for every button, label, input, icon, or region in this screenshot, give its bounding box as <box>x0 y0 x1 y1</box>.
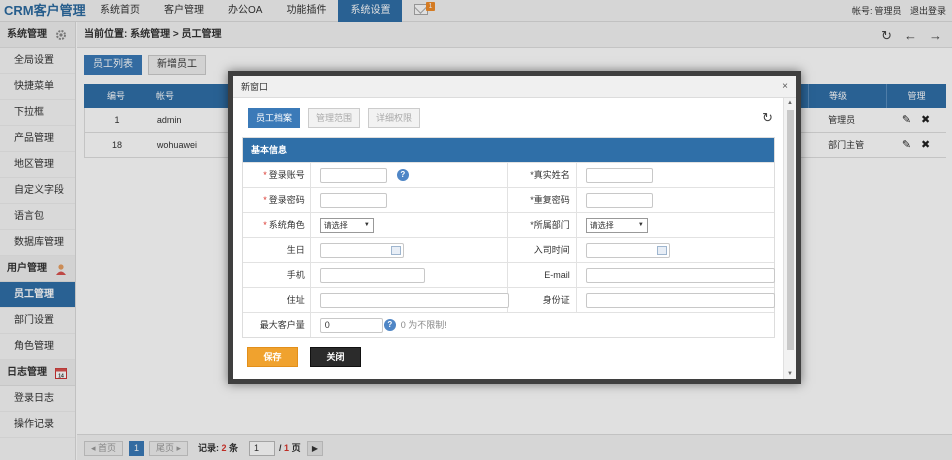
email-input[interactable] <box>585 268 775 283</box>
dialog-title: 新窗口 <box>241 82 269 92</box>
form-row: * 登录账号 ? *真实姓名 <box>243 162 774 187</box>
help-icon[interactable]: ? <box>396 169 409 181</box>
system-role-select[interactable]: 请选择 <box>319 218 374 233</box>
close-button[interactable]: 关闭 <box>310 347 361 367</box>
form-row: *系统角色 请选择 *所属部门 请选择 <box>243 212 774 237</box>
birthday-date-input[interactable] <box>319 243 404 258</box>
mobile-label: 手机 <box>286 270 305 280</box>
real-name-label: *真实姓名 <box>530 170 570 180</box>
login-password-input[interactable] <box>319 193 387 208</box>
login-account-input[interactable] <box>319 168 387 183</box>
form-row: * 登录密码 *重复密码 <box>243 187 774 212</box>
tab-management-scope[interactable]: 管理范围 <box>308 108 361 128</box>
save-button[interactable]: 保存 <box>247 347 298 367</box>
dialog-tabs: 员工档案 管理范围 详细权限 <box>248 108 421 128</box>
form-row: 住址 身份证 <box>243 287 775 312</box>
close-icon[interactable]: × <box>782 76 788 98</box>
new-window-dialog: 新窗口 × 员工档案 管理范围 详细权限 ↻ 基本信息 * 登录账号 ? *真实姓… <box>228 71 801 384</box>
birthday-label: 生日 <box>286 245 305 255</box>
department-label: *所属部门 <box>530 220 570 230</box>
form-row: 生日 入司时间 <box>243 237 774 262</box>
address-label: 住址 <box>286 295 305 305</box>
calendar-icon[interactable] <box>390 246 401 255</box>
scroll-up-icon[interactable]: ▲ <box>787 100 793 106</box>
max-customers-hint: 0 为不限制! <box>400 320 447 330</box>
calendar-icon[interactable] <box>656 246 667 255</box>
refresh-icon[interactable]: ↻ <box>762 110 773 126</box>
login-account-label: * 登录账号 <box>263 170 305 180</box>
dialog-title-bar: 新窗口 × <box>233 76 796 98</box>
max-customers-input[interactable]: 0 <box>319 318 383 333</box>
id-card-input[interactable] <box>585 293 775 308</box>
system-role-label: * 系统角色 <box>263 220 305 230</box>
scroll-down-icon[interactable]: ▼ <box>787 371 793 377</box>
form-row: 最大客户量 0 ? 0 为不限制! <box>243 312 774 337</box>
repeat-password-label: *重复密码 <box>530 195 570 205</box>
mobile-input[interactable] <box>319 268 425 283</box>
form-section-title: 基本信息 <box>243 138 774 162</box>
join-date-label: 入司时间 <box>533 245 570 255</box>
employee-form: 基本信息 * 登录账号 ? *真实姓名 * 登录密码 *重复密码 * 系统角色 … <box>242 137 775 338</box>
help-icon[interactable]: ? <box>383 319 396 331</box>
department-select[interactable]: 请选择 <box>585 218 648 233</box>
max-customers-label: 最大客户量 <box>259 320 305 330</box>
address-input[interactable] <box>319 293 509 308</box>
login-password-label: * 登录密码 <box>263 195 305 205</box>
repeat-password-input[interactable] <box>585 193 653 208</box>
tab-detailed-permissions[interactable]: 详细权限 <box>368 108 421 128</box>
form-row: 手机 E-mail <box>243 262 775 287</box>
real-name-input[interactable] <box>585 168 653 183</box>
dialog-scrollbar[interactable]: ▲ ▼ <box>783 98 796 379</box>
join-date-input[interactable] <box>585 243 670 258</box>
scrollbar-thumb[interactable] <box>787 110 794 350</box>
dialog-body: 员工档案 管理范围 详细权限 ↻ 基本信息 * 登录账号 ? *真实姓名 * 登… <box>233 98 783 379</box>
tab-employee-profile[interactable]: 员工档案 <box>248 108 301 128</box>
id-card-label: 身份证 <box>542 295 570 305</box>
dialog-content: 新窗口 × 员工档案 管理范围 详细权限 ↻ 基本信息 * 登录账号 ? *真实姓… <box>233 76 796 379</box>
email-label: E-mail <box>544 270 570 280</box>
